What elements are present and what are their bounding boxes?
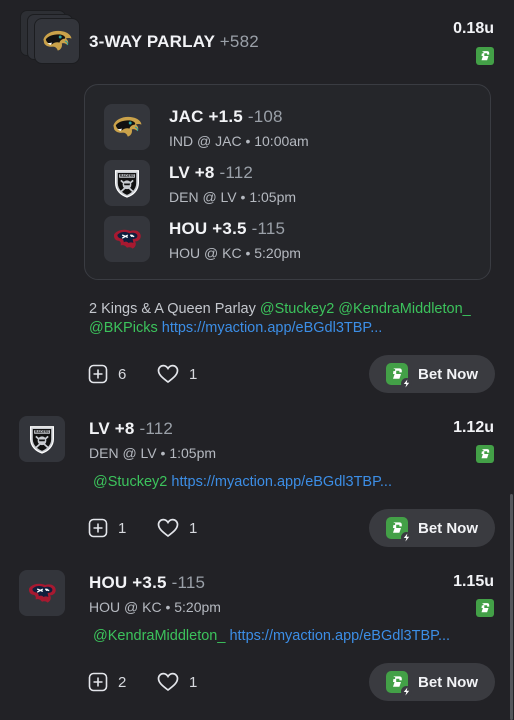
parlay-title-pick: 3-WAY PARLAY: [89, 32, 215, 51]
units-value: 1.15u: [453, 573, 494, 590]
parlay-legs-card[interactable]: JAC +1.5 -108 IND @ JAC • 10:00am LV +8 …: [84, 84, 491, 280]
mention-link[interactable]: @Stuckey2: [260, 301, 334, 317]
bolt-icon: [401, 378, 412, 389]
post-caption: @KendraMiddleton_ https://myaction.app/e…: [93, 627, 450, 646]
bolt-icon: [401, 532, 412, 543]
mention-link[interactable]: @BKPicks: [89, 320, 158, 336]
draftkings-book-icon: [476, 445, 494, 463]
heart-icon: [157, 672, 179, 692]
pick-title-odds: -112: [139, 419, 174, 438]
add-comment-icon: [88, 518, 108, 538]
like-count: 1: [189, 673, 198, 691]
bet-now-button[interactable]: Bet Now: [369, 509, 495, 547]
scrollbar[interactable]: [510, 494, 513, 720]
post-caption: @Stuckey2 https://myaction.app/eBGdl3TBP…: [93, 473, 392, 492]
sportsbook-icon: [386, 363, 412, 389]
comment-count: 2: [118, 673, 127, 691]
parlay-title[interactable]: 3-WAY PARLAY +582: [89, 32, 259, 52]
bet-now-label: Bet Now: [418, 365, 478, 383]
like-count: 1: [189, 519, 198, 537]
units-value: 1.12u: [453, 419, 494, 436]
heart-icon: [157, 364, 179, 384]
parlay-title-odds: +582: [219, 32, 259, 51]
draftkings-book-icon: [476, 47, 494, 65]
parlay-leg-matchup: DEN @ LV • 1:05pm: [169, 189, 297, 205]
pick-matchup: HOU @ KC • 5:20pm: [89, 599, 221, 615]
heart-icon: [157, 518, 179, 538]
texans-logo: [104, 216, 150, 262]
like-count: 1: [189, 365, 198, 383]
parlay-leg-matchup: IND @ JAC • 10:00am: [169, 133, 309, 149]
jaguars-logo: [104, 104, 150, 150]
raiders-logo: [104, 160, 150, 206]
pick-title-text: HOU +3.5: [89, 573, 167, 592]
like-button[interactable]: 1: [157, 672, 197, 692]
draftkings-book-icon: [476, 599, 494, 617]
bet-now-label: Bet Now: [418, 673, 478, 691]
comment-button[interactable]: 1: [88, 518, 126, 538]
jaguars-logo: [34, 18, 80, 64]
mention-link[interactable]: @KendraMiddleton_: [338, 301, 470, 317]
post-caption: 2 Kings & A Queen Parlay @Stuckey2 @Kend…: [89, 300, 499, 338]
pick-matchup: DEN @ LV • 1:05pm: [89, 445, 217, 461]
sportsbook-icon: [386, 671, 412, 697]
share-link[interactable]: https://myaction.app/eBGdl3TBP...: [229, 628, 450, 644]
parlay-leg-pick: HOU +3.5 -115: [169, 219, 286, 238]
bet-now-button[interactable]: Bet Now: [369, 355, 495, 393]
parlay-leg-pick: LV +8 -112: [169, 163, 254, 182]
share-link[interactable]: https://myaction.app/eBGdl3TBP...: [162, 320, 383, 336]
comment-count: 6: [118, 365, 127, 383]
parlay-avatar-stack: [20, 10, 82, 64]
bolt-icon: [401, 686, 412, 697]
bet-now-button[interactable]: Bet Now: [369, 663, 495, 701]
like-button[interactable]: 1: [157, 364, 197, 384]
pick-title-text: LV +8: [89, 419, 135, 438]
units-value: 0.18u: [453, 20, 494, 37]
like-button[interactable]: 1: [157, 518, 197, 538]
comment-button[interactable]: 2: [88, 672, 126, 692]
sportsbook-icon: [386, 517, 412, 543]
pick-title-odds: -115: [171, 573, 206, 592]
share-link[interactable]: https://myaction.app/eBGdl3TBP...: [171, 474, 392, 490]
texans-logo: [19, 570, 65, 616]
comment-button[interactable]: 6: [88, 364, 126, 384]
parlay-leg-pick: JAC +1.5 -108: [169, 107, 283, 126]
caption-text: 2 Kings & A Queen Parlay: [89, 301, 260, 317]
add-comment-icon: [88, 672, 108, 692]
raiders-logo: [19, 416, 65, 462]
add-comment-icon: [88, 364, 108, 384]
pick-title[interactable]: LV +8 -112: [89, 419, 173, 439]
bet-now-label: Bet Now: [418, 519, 478, 537]
pick-title[interactable]: HOU +3.5 -115: [89, 573, 205, 593]
mention-link[interactable]: @KendraMiddleton_: [93, 628, 225, 644]
comment-count: 1: [118, 519, 127, 537]
mention-link[interactable]: @Stuckey2: [93, 474, 167, 490]
parlay-leg-matchup: HOU @ KC • 5:20pm: [169, 245, 301, 261]
